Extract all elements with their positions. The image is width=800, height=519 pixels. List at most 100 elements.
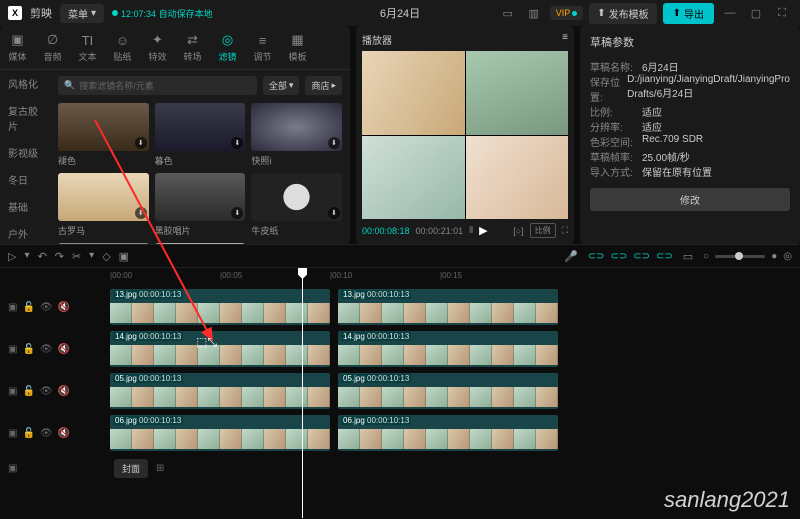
publish-template-button[interactable]: ⬆发布模板 — [589, 3, 656, 24]
collapse-icon[interactable]: ▣ — [8, 428, 17, 439]
crop-icon[interactable]: [○] — [513, 226, 523, 236]
zoom-in-icon[interactable]: ● — [771, 251, 777, 262]
lock-icon[interactable]: 🔓 — [22, 344, 34, 355]
mute-icon[interactable]: 🔇 — [58, 386, 70, 397]
tab-调节[interactable]: ≡调节 — [245, 26, 280, 69]
tab-音频[interactable]: ∅音频 — [35, 26, 70, 69]
sidebar-item[interactable]: 基础 — [0, 193, 50, 220]
lock-icon[interactable]: 🔓 — [22, 386, 34, 397]
export-button[interactable]: ⬆导出 — [663, 3, 714, 24]
timeline-track[interactable]: 13.jpg 00:00:10:1313.jpg 00:00:10:13 — [110, 286, 800, 328]
undo-icon[interactable]: ↶ — [38, 250, 47, 263]
download-icon[interactable]: ⬇ — [328, 137, 340, 149]
filter-item[interactable]: ⬇暮色 — [155, 103, 246, 167]
filter-item[interactable]: ⬇牛皮纸 — [251, 173, 342, 237]
clip[interactable]: 14.jpg 00:00:10:13 — [338, 331, 558, 367]
collapse-icon[interactable]: ▣ — [8, 386, 17, 397]
collapse-icon[interactable]: ▣ — [8, 344, 17, 355]
lock-icon[interactable]: 🔓 — [22, 302, 34, 313]
filter-item[interactable]: ⬇ — [155, 243, 246, 244]
sidebar-item[interactable]: 户外 — [0, 220, 50, 244]
mute-icon[interactable]: 🔇 — [58, 428, 70, 439]
tab-转场[interactable]: ⇄转场 — [175, 26, 210, 69]
cover-button[interactable]: 封面 — [114, 459, 148, 478]
crop-icon[interactable]: ▣ — [119, 250, 129, 263]
lock-icon[interactable]: 🔓 — [22, 428, 34, 439]
filter-item[interactable]: ⬇黑胶唱片 — [155, 173, 246, 237]
filter-item[interactable]: ⬇ — [58, 243, 149, 244]
play-button[interactable]: ▶ — [479, 224, 487, 237]
visibility-icon[interactable]: 👁 — [40, 386, 53, 397]
minimize-icon[interactable]: — — [720, 4, 740, 22]
mic-icon[interactable]: 🎤 — [564, 250, 578, 263]
sidebar-item[interactable]: 影视级 — [0, 139, 50, 166]
tab-特效[interactable]: ✦特效 — [140, 26, 175, 69]
project-title[interactable]: 6月24日 — [380, 5, 420, 21]
time-ruler[interactable]: |00:00|00:05|00:10|00:15 — [110, 268, 800, 286]
tab-滤镜[interactable]: ◎滤镜 — [210, 26, 245, 69]
preview-viewport[interactable] — [362, 51, 568, 219]
download-icon[interactable]: ⬇ — [231, 207, 243, 219]
sidebar-item[interactable]: 风格化 — [0, 70, 50, 97]
prev-frame-icon[interactable]: ⦀ — [469, 225, 473, 236]
clip[interactable]: 06.jpg 00:00:10:13 — [110, 415, 330, 451]
clip[interactable]: 05.jpg 00:00:10:13 — [338, 373, 558, 409]
maximize-icon[interactable]: ▢ — [746, 4, 766, 22]
timeline-track[interactable]: 05.jpg 00:00:10:1305.jpg 00:00:10:13 — [110, 370, 800, 412]
link-icon[interactable]: ⊂⊃ — [610, 251, 627, 262]
playhead[interactable] — [302, 268, 303, 518]
modify-button[interactable]: 修改 — [590, 188, 790, 211]
layout2-icon[interactable]: ▥ — [524, 4, 544, 22]
clip[interactable]: 06.jpg 00:00:10:13 — [338, 415, 558, 451]
collapse-icon[interactable]: ▣ — [8, 463, 17, 474]
clip[interactable]: 14.jpg 00:00:10:13 — [110, 331, 330, 367]
pointer-tool[interactable]: ▷ — [8, 250, 16, 263]
mute-icon[interactable]: 🔇 — [58, 344, 70, 355]
filter-item[interactable]: ⬇古罗马 — [58, 173, 149, 237]
visibility-icon[interactable]: 👁 — [40, 302, 53, 313]
add-track-icon[interactable]: ⊞ — [156, 463, 164, 474]
tab-文本[interactable]: TI文本 — [70, 26, 105, 69]
menu-button[interactable]: 菜单▾ — [60, 4, 104, 23]
clip[interactable]: 13.jpg 00:00:10:13 — [110, 289, 330, 325]
tab-贴纸[interactable]: ☺贴纸 — [105, 26, 140, 69]
sidebar-item[interactable]: 复古胶片 — [0, 97, 50, 139]
clip[interactable]: 05.jpg 00:00:10:13 — [110, 373, 330, 409]
preview-cell — [362, 51, 465, 135]
filter-item[interactable]: ⬇快照i — [251, 103, 342, 167]
player-menu-icon[interactable]: ≡ — [562, 32, 568, 47]
filter-item[interactable]: ⬇褪色 — [58, 103, 149, 167]
zoom-fit-icon[interactable]: ◎ — [783, 251, 792, 262]
vip-badge[interactable]: VIP — [550, 6, 584, 20]
aspect-ratio-button[interactable]: 比例 — [530, 223, 556, 238]
fullscreen-icon[interactable]: ⛶ — [772, 4, 792, 22]
visibility-icon[interactable]: 👁 — [40, 428, 53, 439]
preview-mode-icon[interactable]: ▭ — [683, 250, 693, 263]
search-input[interactable]: 🔍搜索滤镜名称/元素 — [58, 76, 257, 95]
download-icon[interactable]: ⬇ — [231, 137, 243, 149]
link-icon[interactable]: ⊂⊃ — [588, 251, 605, 262]
expand-icon[interactable]: ⛶ — [562, 225, 568, 236]
download-icon[interactable]: ⬇ — [135, 207, 147, 219]
zoom-out-icon[interactable]: ○ — [703, 251, 709, 262]
tab-媒体[interactable]: ▣媒体 — [0, 26, 35, 69]
zoom-slider[interactable]: ○ ● ◎ — [703, 251, 792, 262]
collapse-icon[interactable]: ▣ — [8, 302, 17, 313]
all-filter-button[interactable]: 全部 ▾ — [263, 76, 300, 95]
tab-模板[interactable]: ▦模板 — [280, 26, 315, 69]
split-tool[interactable]: ✂ — [72, 250, 81, 263]
clip[interactable]: 13.jpg 00:00:10:13 — [338, 289, 558, 325]
shop-button[interactable]: 商店 ▸ — [305, 76, 342, 95]
title-bar: X 剪映 菜单▾ 12:07:34 自动保存本地 6月24日 ▭ ▥ VIP ⬆… — [0, 0, 800, 26]
redo-icon[interactable]: ↷ — [55, 250, 64, 263]
visibility-icon[interactable]: 👁 — [40, 344, 53, 355]
sidebar-item[interactable]: 冬日 — [0, 166, 50, 193]
layout-icon[interactable]: ▭ — [498, 4, 518, 22]
mute-icon[interactable]: 🔇 — [58, 302, 70, 313]
link-icon[interactable]: ⊂⊃ — [656, 251, 673, 262]
download-icon[interactable]: ⬇ — [135, 137, 147, 149]
marker-icon[interactable]: ◇ — [102, 250, 110, 263]
download-icon[interactable]: ⬇ — [328, 207, 340, 219]
timeline-track[interactable]: 06.jpg 00:00:10:1306.jpg 00:00:10:13 — [110, 412, 800, 454]
link-icon[interactable]: ⊂⊃ — [633, 251, 650, 262]
